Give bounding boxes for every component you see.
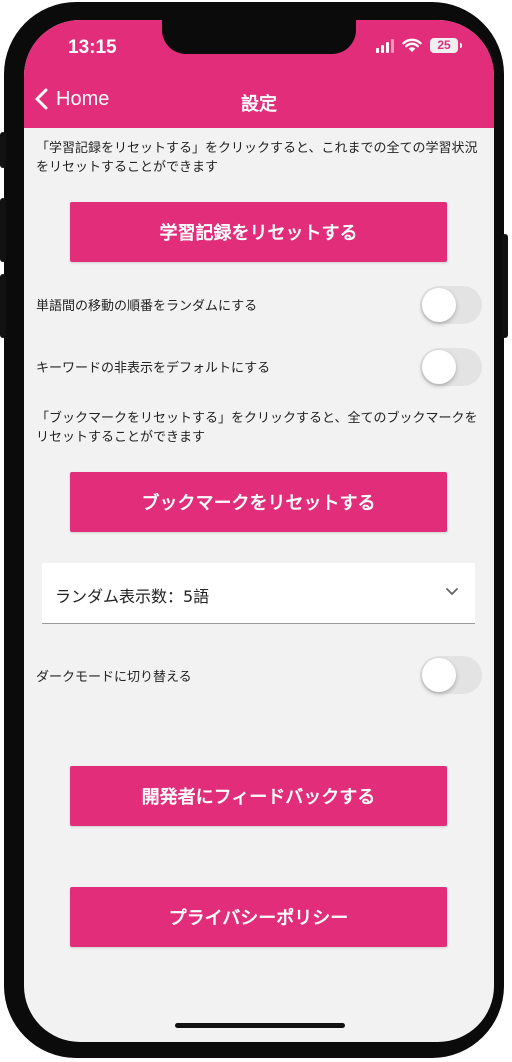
- phone-frame: 13:15 25 Home 設定 「学習記録をリセットする」をクリックすると、こ…: [0, 2, 508, 1058]
- volume-down-button: [0, 274, 6, 338]
- signal-icon: [376, 38, 394, 53]
- notch: [162, 20, 356, 54]
- status-time: 13:15: [68, 37, 117, 58]
- toggle-knob: [422, 350, 456, 384]
- select-value: ランダム表示数：5語: [55, 587, 210, 606]
- reset-history-description: 「学習記録をリセットする」をクリックすると、これまでの全ての学習状況をリセットす…: [36, 141, 478, 175]
- reset-bookmarks-button[interactable]: ブックマークをリセットする: [70, 472, 447, 532]
- battery-icon: 25: [430, 38, 462, 53]
- app-header: 13:15 25 Home 設定: [24, 20, 494, 128]
- toggle-knob: [422, 658, 456, 692]
- chevron-down-icon: [446, 588, 458, 595]
- toggle-knob: [422, 288, 456, 322]
- random-order-label: 単語間の移動の順番をランダムにする: [36, 299, 258, 314]
- hide-keywords-label: キーワードの非表示をデフォルトにする: [36, 361, 271, 376]
- mute-switch: [0, 132, 6, 168]
- random-count-select[interactable]: ランダム表示数：5語: [42, 563, 475, 624]
- volume-up-button: [0, 198, 6, 262]
- reset-bookmarks-description: 「ブックマークをリセットする」をクリックすると、全てのブックマークをリセットする…: [36, 411, 478, 445]
- random-order-toggle[interactable]: [420, 286, 482, 324]
- feedback-button[interactable]: 開発者にフィードバックする: [70, 766, 447, 826]
- home-indicator: [175, 1023, 345, 1028]
- status-icons: 25: [376, 38, 462, 53]
- power-button: [502, 234, 508, 338]
- screen: 13:15 25 Home 設定 「学習記録をリセットする」をクリックすると、こ…: [24, 20, 494, 1042]
- dark-mode-toggle[interactable]: [420, 656, 482, 694]
- reset-history-button[interactable]: 学習記録をリセットする: [70, 202, 447, 262]
- page-title: 設定: [241, 94, 277, 115]
- wifi-icon: [402, 38, 422, 52]
- dark-mode-label: ダークモードに切り替える: [36, 670, 192, 685]
- privacy-policy-button[interactable]: プライバシーポリシー: [70, 887, 447, 947]
- hide-keywords-toggle[interactable]: [420, 348, 482, 386]
